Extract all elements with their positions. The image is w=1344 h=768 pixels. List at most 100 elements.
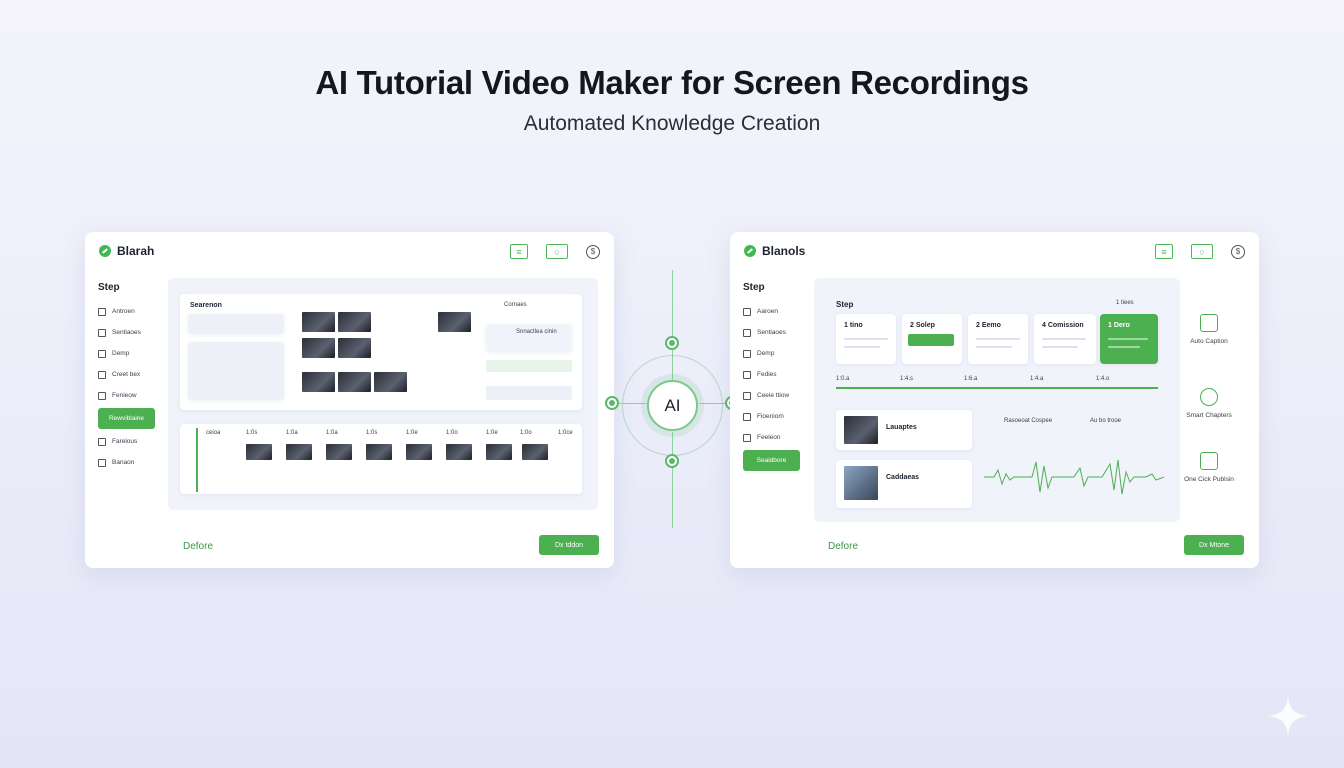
feature-one-click-publish[interactable]: One Cick Publsin: [1169, 452, 1249, 483]
video-thumbnail[interactable]: [374, 372, 407, 392]
timeline-clip[interactable]: [326, 444, 352, 460]
sidebar-item-label: Feeleon: [757, 434, 781, 441]
sidebar-item[interactable]: Fedies: [743, 364, 805, 385]
feature-auto-caption[interactable]: Auto Caption: [1169, 314, 1249, 345]
sidebar-item-label: Seaidbore: [756, 457, 787, 464]
clip-card[interactable]: Caddaeas: [836, 460, 972, 508]
text-line: [844, 338, 888, 340]
sidebar-title: Step: [743, 282, 765, 293]
step-label: 4 Comission: [1042, 322, 1084, 329]
video-thumbnail[interactable]: [302, 338, 335, 358]
timeline-clip[interactable]: [366, 444, 392, 460]
text-line: [844, 346, 880, 348]
caption-icon: [1200, 314, 1218, 332]
timeline-clip[interactable]: [486, 444, 512, 460]
list-item[interactable]: [188, 314, 284, 334]
dollar-icon[interactable]: $: [1231, 244, 1245, 259]
brand-name: Blanols: [762, 244, 806, 258]
sidebar-item[interactable]: Fenieow: [98, 385, 160, 406]
sidebar-item[interactable]: Creet bex: [98, 364, 160, 385]
right-app-window: Blanols ≡ ○ $ Step Aaroen Sentiaoes Demp…: [730, 232, 1259, 568]
sidebar-item-active[interactable]: Seaidbore: [743, 450, 800, 471]
back-link[interactable]: Defore: [828, 541, 858, 552]
sidebar-item[interactable]: Sentiaoes: [743, 322, 805, 343]
timeline-header: 1:0a: [286, 430, 298, 436]
audio-waveform[interactable]: [984, 454, 1164, 500]
sidebar-item[interactable]: Banaon: [98, 452, 160, 473]
sidebar-item[interactable]: Fioeniom: [743, 406, 805, 427]
text-line: [1042, 346, 1078, 348]
record-icon[interactable]: ○: [1191, 244, 1213, 259]
step-card[interactable]: 2 Solep: [902, 314, 962, 364]
person-card[interactable]: Snnactlea cinin: [486, 324, 572, 352]
video-thumbnail[interactable]: [338, 338, 371, 358]
timeline-clip[interactable]: [406, 444, 432, 460]
playhead[interactable]: [196, 428, 198, 492]
timeline[interactable]: ceioa 1:0s 1:0a 1:0a 1:0s 1:0e 1:0o 1:0e…: [180, 424, 582, 494]
sidebar-item-label: Rewviblaine: [108, 415, 145, 422]
step-label: 2 Solep: [910, 322, 935, 329]
video-thumbnail[interactable]: [338, 312, 371, 332]
video-thumbnail[interactable]: [438, 312, 471, 332]
timeline-header: 1:0o: [446, 430, 458, 436]
timeline-header: ceioa: [206, 430, 221, 436]
step-title: Step: [836, 300, 854, 309]
back-link[interactable]: Defore: [183, 541, 213, 552]
menu-icon[interactable]: ≡: [1155, 244, 1173, 259]
sidebar-item-label: Aaroen: [757, 308, 778, 315]
dollar-icon[interactable]: $: [586, 244, 600, 259]
text-line: [1042, 338, 1086, 340]
step-card[interactable]: 4 Comission: [1034, 314, 1096, 364]
step-button[interactable]: [908, 334, 954, 346]
logo-icon: [99, 245, 111, 257]
timeline-clip[interactable]: [246, 444, 272, 460]
video-thumbnail[interactable]: [302, 312, 335, 332]
timeline-header: 1:0e: [406, 430, 418, 436]
node-icon: [665, 454, 679, 468]
sidebar-item[interactable]: Antroen: [98, 301, 160, 322]
grid-icon: [743, 328, 751, 337]
primary-button[interactable]: Dx Mtone: [1184, 535, 1244, 555]
progress-track[interactable]: [836, 387, 1158, 389]
video-thumbnail[interactable]: [302, 372, 335, 392]
step-label: 2 Eemo: [976, 322, 1001, 329]
brand[interactable]: Blarah: [99, 244, 154, 258]
timeline-header: 1:0s: [246, 430, 258, 436]
menu-icon[interactable]: ≡: [510, 244, 528, 259]
status-bar: [486, 386, 572, 400]
primary-button[interactable]: Dx tddon: [539, 535, 599, 555]
step-label: 1 Dero: [1108, 322, 1130, 329]
sidebar-item-active[interactable]: Rewviblaine: [98, 408, 155, 429]
tag-icon: [98, 391, 106, 400]
feature-label: Smart Chapters: [1186, 412, 1232, 419]
sidebar-item[interactable]: Demp: [98, 343, 160, 364]
list-item[interactable]: [188, 342, 284, 400]
publish-icon: [1200, 452, 1218, 470]
sidebar-item[interactable]: Feeleon: [743, 427, 805, 448]
feature-smart-chapters[interactable]: Smart Chapters: [1169, 388, 1249, 419]
step-card-active[interactable]: 1 Dero: [1100, 314, 1158, 364]
video-thumbnail[interactable]: [338, 372, 371, 392]
timeline-clip[interactable]: [446, 444, 472, 460]
sidebar-item-label: Banaon: [112, 459, 135, 466]
step-card[interactable]: 1 tino: [836, 314, 896, 364]
brand[interactable]: Blanols: [744, 244, 805, 258]
sidebar-item[interactable]: Farelous: [98, 431, 160, 452]
sidebar-item[interactable]: Sentiaoes: [98, 322, 160, 343]
sidebar-item[interactable]: Aaroen: [743, 301, 805, 322]
timeline-clip[interactable]: [286, 444, 312, 460]
chapters-icon: [1200, 388, 1218, 406]
sidebar-item[interactable]: Demp: [743, 343, 805, 364]
timeline-clip[interactable]: [522, 444, 548, 460]
editor-workspace: Searenon Cornaes Snnactlea cinin ceioa 1…: [168, 278, 598, 510]
sidebar-item-label: Farelous: [112, 438, 138, 445]
step-card[interactable]: 2 Eemo: [968, 314, 1028, 364]
ai-hub: AI: [605, 270, 740, 535]
clip-card[interactable]: Lauaptes: [836, 410, 972, 450]
calendar-icon: [743, 307, 751, 316]
record-icon[interactable]: ○: [546, 244, 568, 259]
text-line: [976, 338, 1020, 340]
sidebar-item[interactable]: Ceeie ttiow: [743, 385, 805, 406]
clip-title: Caddaeas: [886, 474, 920, 481]
feature-label: One Cick Publsin: [1184, 476, 1234, 483]
